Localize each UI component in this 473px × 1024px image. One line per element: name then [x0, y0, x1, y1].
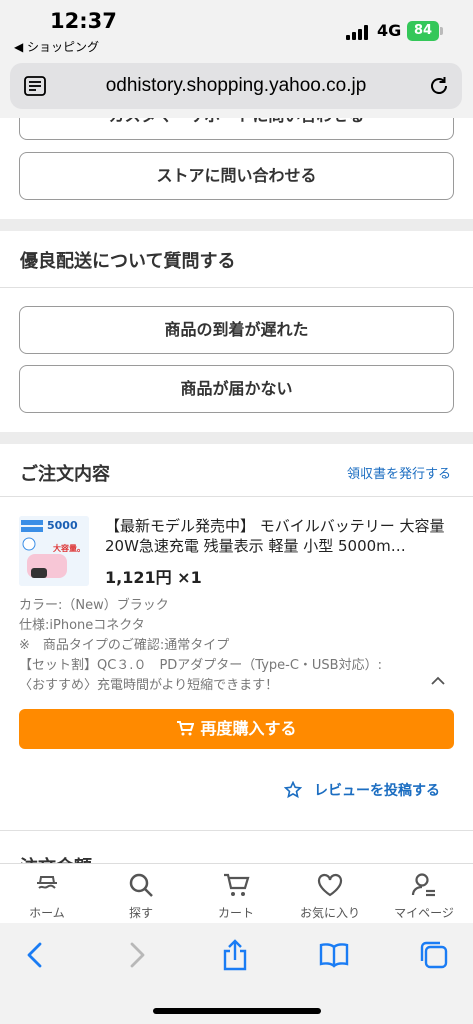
chevron-up-icon[interactable]: [430, 676, 446, 686]
product-image: 5000 大容量。: [19, 516, 89, 586]
browser-toolbar: [0, 923, 473, 1024]
section-divider: [0, 219, 473, 231]
heart-icon: [317, 873, 343, 897]
cart-icon: [177, 721, 195, 736]
product-thumbnail[interactable]: 5000 大容量。: [19, 516, 89, 586]
back-icon[interactable]: [20, 939, 52, 971]
product-name[interactable]: 【最新モデル発売中】 モバイルバッテリー 大容量 20W急速充電 残量表示 軽量…: [105, 516, 450, 556]
contact-store-button[interactable]: ストアに問い合わせる: [19, 152, 454, 200]
customer-support-button[interactable]: カスタマーサポートに問い合わせる: [19, 118, 454, 140]
thumb-text-2: 大容量。: [53, 543, 85, 553]
nav-home[interactable]: ホーム: [0, 864, 94, 924]
status-time: 12:37: [50, 9, 117, 33]
not-arrived-button[interactable]: 商品が届かない: [19, 365, 454, 413]
app-bottom-nav: ホーム 探す カート お気に入り マイページ: [0, 863, 473, 923]
share-icon[interactable]: [219, 939, 251, 971]
address-bar[interactable]: odhistory.shopping.yahoo.co.jp: [10, 63, 462, 109]
nav-cart[interactable]: カート: [189, 864, 283, 924]
bookmarks-icon[interactable]: [318, 939, 350, 971]
delivery-section-title: 優良配送について質問する: [20, 251, 236, 272]
back-to-app-link[interactable]: ◀ ショッピング: [14, 38, 99, 55]
reload-icon[interactable]: [428, 75, 450, 97]
late-delivery-button[interactable]: 商品の到着が遅れた: [19, 306, 454, 354]
order-amount-title: 注文金額: [20, 853, 92, 863]
signal-icon: [346, 24, 372, 40]
home-indicator: [153, 1008, 321, 1014]
nav-mypage[interactable]: マイページ: [377, 864, 471, 924]
spec-set: 【セット割】QC３.０ PDアダプター（Type-C・USB対応）:: [19, 658, 382, 673]
battery-icon: 84: [407, 21, 443, 41]
nav-search-label: 探す: [128, 906, 153, 920]
nav-search[interactable]: 探す: [94, 864, 188, 924]
cart-icon: [224, 873, 250, 896]
section-divider: [0, 432, 473, 444]
thumb-text: 5000: [47, 519, 78, 532]
spec-color: カラー:（New）ブラック: [19, 598, 169, 613]
write-review-link[interactable]: レビューを投稿する: [314, 780, 440, 800]
order-section-title: ご注文内容: [20, 464, 110, 485]
spec-recommend: 〈おすすめ〉充電時間がより短縮できます！: [19, 678, 279, 693]
home-icon: [37, 876, 57, 889]
issue-receipt-link[interactable]: 領収書を発行する: [347, 463, 451, 482]
divider: [0, 830, 473, 831]
nav-home-label: ホーム: [29, 906, 65, 920]
spec-type: 仕様:iPhoneコネクタ: [19, 618, 145, 633]
rebuy-label: 再度購入する: [200, 719, 297, 738]
nav-favorites[interactable]: お気に入り: [283, 864, 377, 924]
browser-address-area: odhistory.shopping.yahoo.co.jp: [0, 58, 473, 118]
user-icon: [411, 873, 435, 897]
page-content: カスタマーサポートに問い合わせる ストアに問い合わせる 優良配送について質問する…: [0, 118, 473, 863]
divider: [0, 287, 473, 288]
tabs-icon[interactable]: [418, 939, 450, 971]
nav-favorites-label: お気に入り: [299, 906, 360, 920]
network-type: 4G: [377, 21, 402, 40]
url-text[interactable]: odhistory.shopping.yahoo.co.jp: [10, 75, 462, 97]
product-price: 1,121円 ×1: [105, 568, 202, 587]
status-bar: 12:37 ◀ ショッピング 4G 84: [0, 0, 473, 58]
divider: [0, 496, 473, 497]
star-icon: [284, 781, 302, 799]
forward-icon[interactable]: [120, 939, 152, 971]
spec-check: ※ 商品タイプのご確認:通常タイプ: [19, 638, 230, 653]
nav-cart-label: カート: [217, 906, 254, 920]
search-icon: [129, 873, 153, 897]
nav-mypage-label: マイページ: [394, 906, 454, 920]
rebuy-button[interactable]: 再度購入する: [19, 709, 454, 749]
